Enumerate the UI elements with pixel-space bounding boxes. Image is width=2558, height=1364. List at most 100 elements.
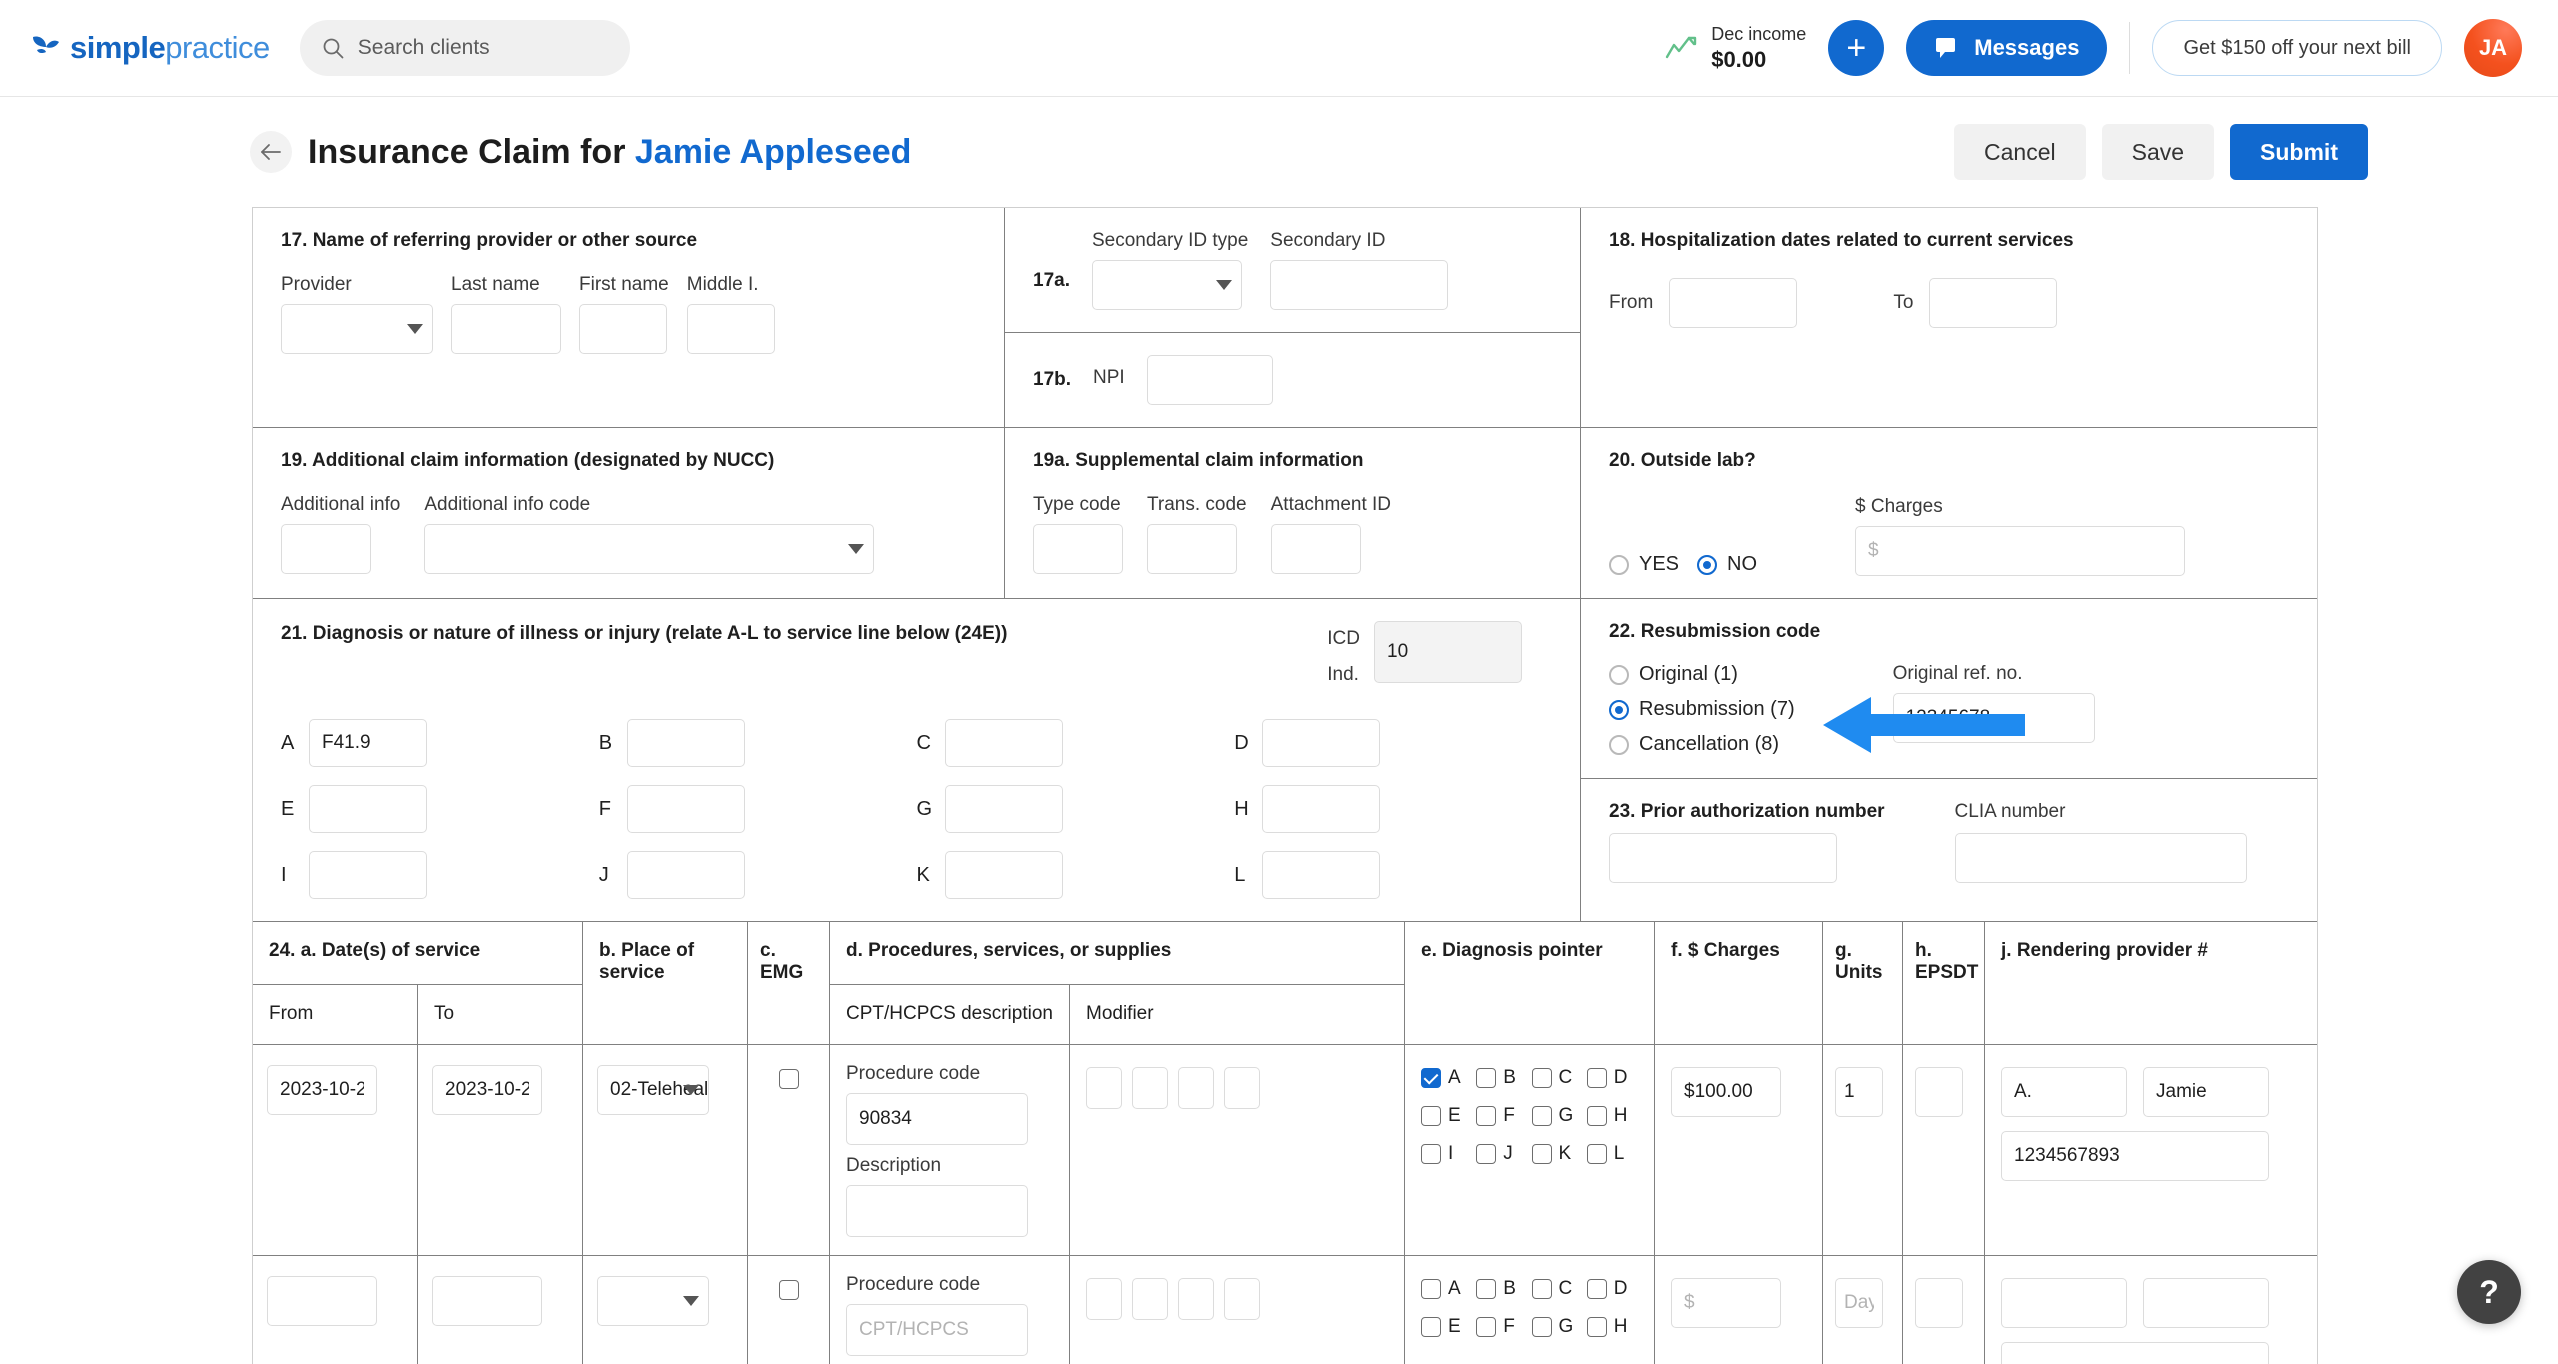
row1-procedure-code-input[interactable]: [846, 1093, 1028, 1146]
help-button[interactable]: ?: [2457, 1260, 2521, 1324]
row1-epsdt-input[interactable]: [1915, 1067, 1963, 1118]
prior-auth-input[interactable]: [1609, 833, 1837, 883]
row2-epsdt-input[interactable]: [1915, 1278, 1963, 1329]
row2-pointer-c-checkbox[interactable]: [1531, 1279, 1552, 1300]
row2-pointer-f-checkbox[interactable]: [1476, 1317, 1497, 1338]
resubmission-radio[interactable]: [1609, 699, 1629, 720]
row1-modifier-input-4[interactable]: [1224, 1067, 1260, 1110]
row1-date-from-input[interactable]: [267, 1065, 377, 1116]
additional-info-code-select[interactable]: [424, 524, 875, 574]
last-name-input[interactable]: [451, 304, 561, 354]
row2-provider-first-input[interactable]: [2143, 1278, 2269, 1329]
row1-pointer-i-checkbox[interactable]: [1421, 1144, 1441, 1165]
row2-pointer-b[interactable]: B: [1476, 1278, 1527, 1300]
row1-pointer-h-checkbox[interactable]: [1586, 1106, 1607, 1127]
cancellation-radio[interactable]: [1609, 734, 1629, 755]
row1-pointer-e[interactable]: E: [1421, 1105, 1472, 1127]
original-ref-input[interactable]: [1892, 693, 2095, 743]
row2-date-to-input[interactable]: [432, 1276, 542, 1327]
row1-pointer-e-checkbox[interactable]: [1421, 1106, 1441, 1127]
clia-input[interactable]: [1954, 833, 2247, 883]
row2-pointer-h-checkbox[interactable]: [1586, 1317, 1607, 1338]
row1-provider-prefix-input[interactable]: [2001, 1067, 2127, 1118]
first-name-input[interactable]: [579, 304, 667, 354]
additional-info-input[interactable]: [281, 524, 371, 574]
diagnosis-input-g[interactable]: [944, 785, 1063, 834]
row2-pointer-e-checkbox[interactable]: [1421, 1317, 1441, 1338]
row1-pointer-f[interactable]: F: [1476, 1105, 1527, 1127]
row1-provider-first-input[interactable]: [2143, 1067, 2269, 1118]
row1-pointer-k[interactable]: K: [1531, 1143, 1583, 1165]
outside-lab-yes-option[interactable]: YES: [1609, 553, 1679, 576]
row2-date-from-input[interactable]: [267, 1276, 377, 1327]
row1-pointer-a[interactable]: A: [1421, 1067, 1472, 1089]
row1-provider-npi-input[interactable]: [2001, 1131, 2269, 1182]
diagnosis-input-k[interactable]: [944, 851, 1063, 900]
row2-pointer-g-checkbox[interactable]: [1531, 1317, 1552, 1338]
trans-code-input[interactable]: [1147, 524, 1237, 574]
row1-pointer-g-checkbox[interactable]: [1531, 1106, 1552, 1127]
avatar[interactable]: JA: [2464, 19, 2522, 77]
promo-button[interactable]: Get $150 off your next bill: [2152, 20, 2442, 76]
row2-units-input[interactable]: [1835, 1278, 1883, 1329]
row2-modifier-input-1[interactable]: [1086, 1278, 1122, 1321]
income-summary[interactable]: Dec income $0.00: [1665, 23, 1806, 73]
original-radio[interactable]: [1609, 664, 1629, 685]
icd-indicator-input[interactable]: [1374, 621, 1522, 683]
row1-pointer-b[interactable]: B: [1476, 1067, 1527, 1089]
row1-modifier-input-3[interactable]: [1178, 1067, 1214, 1110]
row1-pointer-f-checkbox[interactable]: [1476, 1106, 1497, 1127]
attachment-id-input[interactable]: [1270, 524, 1361, 574]
resubmission-option-cancellation[interactable]: Cancellation (8): [1609, 733, 1795, 756]
row1-pointer-c-checkbox[interactable]: [1531, 1068, 1552, 1089]
save-button[interactable]: Save: [2101, 124, 2215, 180]
row2-pointer-g[interactable]: G: [1531, 1316, 1583, 1338]
row2-pointer-a[interactable]: A: [1421, 1278, 1472, 1300]
row1-pointer-k-checkbox[interactable]: [1531, 1144, 1552, 1165]
row1-pointer-a-checkbox[interactable]: [1421, 1068, 1441, 1089]
client-name-link[interactable]: Jamie Appleseed: [635, 133, 912, 171]
provider-select[interactable]: [281, 304, 433, 354]
row1-pointer-d-checkbox[interactable]: [1586, 1068, 1607, 1089]
row2-provider-npi-input[interactable]: [2001, 1342, 2269, 1364]
outside-lab-no-radio[interactable]: [1697, 554, 1718, 575]
type-code-input[interactable]: [1033, 524, 1123, 574]
row1-pointer-b-checkbox[interactable]: [1476, 1068, 1497, 1089]
diagnosis-input-c[interactable]: [944, 719, 1063, 768]
row1-pointer-j[interactable]: J: [1476, 1143, 1527, 1165]
row2-modifier-input-4[interactable]: [1224, 1278, 1260, 1321]
row1-modifier-input-2[interactable]: [1132, 1067, 1168, 1110]
row2-pointer-c[interactable]: C: [1531, 1278, 1583, 1300]
row1-place-select[interactable]: 02-Telehealth: [597, 1065, 709, 1116]
row1-pointer-i[interactable]: I: [1421, 1143, 1472, 1165]
add-button[interactable]: +: [1828, 20, 1885, 76]
row2-pointer-d-checkbox[interactable]: [1586, 1279, 1607, 1300]
row2-procedure-code-input[interactable]: [846, 1304, 1028, 1357]
row1-units-input[interactable]: [1835, 1067, 1883, 1118]
resubmission-option-original[interactable]: Original (1): [1609, 663, 1795, 686]
cancel-button[interactable]: Cancel: [1954, 124, 2086, 180]
diagnosis-input-f[interactable]: [626, 785, 745, 834]
row2-pointer-h[interactable]: H: [1586, 1316, 1638, 1338]
diagnosis-input-d[interactable]: [1262, 719, 1381, 768]
row1-charges-input[interactable]: [1671, 1067, 1781, 1118]
outside-lab-yes-radio[interactable]: [1609, 554, 1629, 575]
secondary-id-type-select[interactable]: [1091, 260, 1242, 310]
row1-pointer-l[interactable]: L: [1586, 1143, 1638, 1165]
outside-lab-no-option[interactable]: NO: [1697, 553, 1757, 576]
diagnosis-input-j[interactable]: [626, 851, 745, 900]
submit-button[interactable]: Submit: [2230, 124, 2368, 180]
row2-emg-checkbox[interactable]: [778, 1280, 799, 1301]
messages-button[interactable]: Messages: [1906, 20, 2108, 76]
row2-modifier-input-3[interactable]: [1178, 1278, 1214, 1321]
row2-pointer-f[interactable]: F: [1476, 1316, 1527, 1338]
row2-charges-input[interactable]: [1671, 1278, 1781, 1329]
row2-modifier-input-2[interactable]: [1132, 1278, 1168, 1321]
hosp-to-input[interactable]: [1929, 278, 2058, 328]
resubmission-option-resubmission[interactable]: Resubmission (7): [1609, 698, 1795, 721]
simplepractice-logo[interactable]: simplepractice: [30, 30, 270, 66]
row2-place-select[interactable]: [597, 1276, 709, 1327]
row2-pointer-b-checkbox[interactable]: [1476, 1279, 1497, 1300]
middle-initial-input[interactable]: [686, 304, 775, 354]
row1-pointer-h[interactable]: H: [1586, 1105, 1638, 1127]
